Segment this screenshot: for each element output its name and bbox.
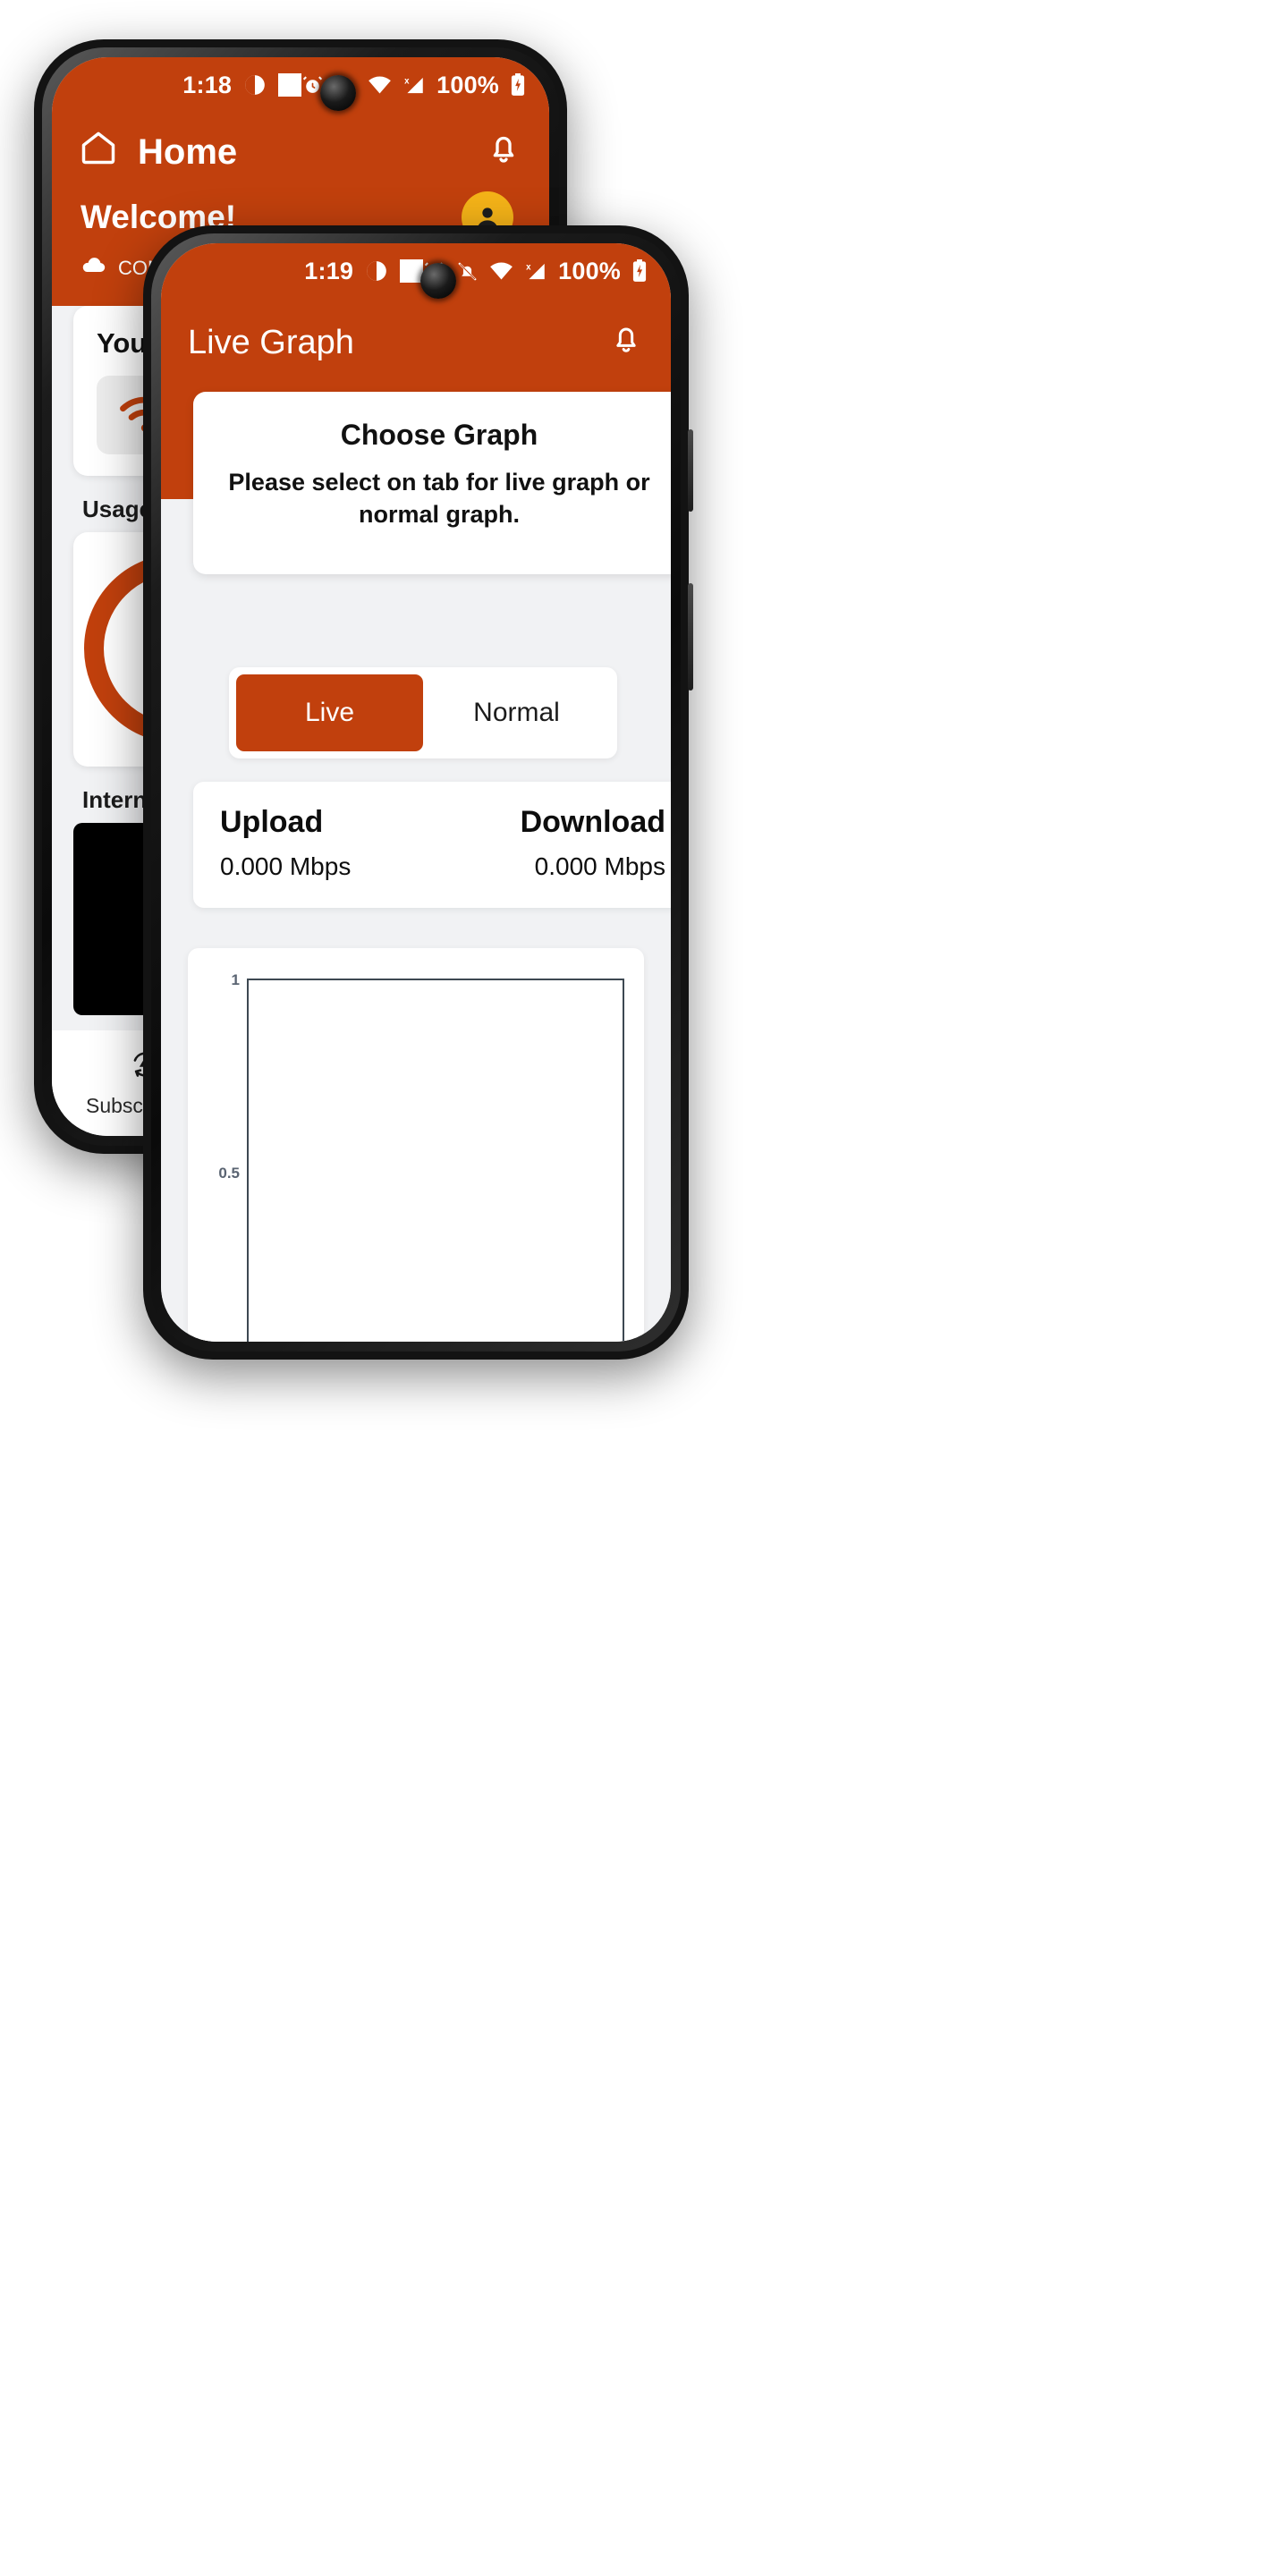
wifi-icon xyxy=(368,74,392,97)
battery-charging-icon xyxy=(510,73,526,97)
screenshot-icon xyxy=(278,73,302,97)
wifi-icon xyxy=(489,260,513,283)
live-graph-plot-area: 1 0.5 0 xyxy=(218,971,624,1342)
back-camera-punch-hole xyxy=(320,75,356,111)
download-label: Download xyxy=(520,805,665,839)
live-graph-card[interactable]: 1 0.5 0 xyxy=(188,948,644,1342)
signal-no-sim-icon: x xyxy=(524,260,547,283)
choose-graph-title: Choose Graph xyxy=(340,419,538,451)
back-status-bar: 1:18 x 100% xyxy=(52,57,549,113)
front-phone-volume-button xyxy=(688,429,693,512)
back-app-bar: Home xyxy=(52,113,549,191)
tab-normal[interactable]: Normal xyxy=(423,674,610,751)
front-app-bar: Live Graph xyxy=(161,299,671,386)
front-phone-device: 1:19 x 100% Live Graph Choose Graph Plea… xyxy=(143,225,693,1360)
tab-live[interactable]: Live xyxy=(236,674,423,751)
choose-graph-card: Choose Graph Please select on tab for li… xyxy=(193,392,671,574)
speed-labels-row: Upload Download xyxy=(220,805,665,840)
front-content-area: Choose Graph Please select on tab for li… xyxy=(161,392,671,1342)
front-phone-screen: 1:19 x 100% Live Graph Choose Graph Plea… xyxy=(161,243,671,1342)
speed-values-row: 0.000 Mbps 0.000 Mbps xyxy=(220,840,665,881)
notifications-muted-icon xyxy=(456,260,479,283)
back-battery-percent: 100% xyxy=(436,71,499,98)
signal-no-sim-icon: x xyxy=(402,74,426,97)
front-battery-percent: 100% xyxy=(558,257,621,284)
cloud-icon xyxy=(80,256,107,281)
speed-summary-card: Upload Download 0.000 Mbps 0.000 Mbps xyxy=(193,782,671,908)
home-icon xyxy=(79,128,118,176)
tab-normal-label: Normal xyxy=(473,698,560,727)
svg-text:x: x xyxy=(526,262,531,272)
upload-label: Upload xyxy=(220,805,324,839)
choose-graph-description: Please select on tab for live graph or n… xyxy=(228,469,650,529)
upload-value: 0.000 Mbps xyxy=(220,852,352,880)
front-phone-power-button xyxy=(688,583,693,691)
weather-icon xyxy=(365,259,388,283)
front-page-title: Live Graph xyxy=(188,323,354,361)
y-axis-tick-1: 1 xyxy=(231,971,240,988)
back-status-time: 1:18 xyxy=(182,71,233,98)
graph-mode-tabs: Live Normal xyxy=(229,667,617,758)
y-axis-tick-0-5: 0.5 xyxy=(218,1165,240,1182)
bell-icon[interactable] xyxy=(485,129,522,175)
front-camera-punch-hole xyxy=(420,263,456,299)
battery-charging-icon xyxy=(631,259,648,283)
tab-live-label: Live xyxy=(304,698,355,727)
bell-icon[interactable] xyxy=(608,320,644,365)
weather-icon xyxy=(243,73,267,97)
front-status-time: 1:19 xyxy=(304,257,354,284)
download-value: 0.000 Mbps xyxy=(534,852,665,880)
back-page-title: Home xyxy=(138,131,238,172)
svg-text:x: x xyxy=(404,76,410,86)
front-status-bar: 1:19 x 100% xyxy=(161,243,671,299)
